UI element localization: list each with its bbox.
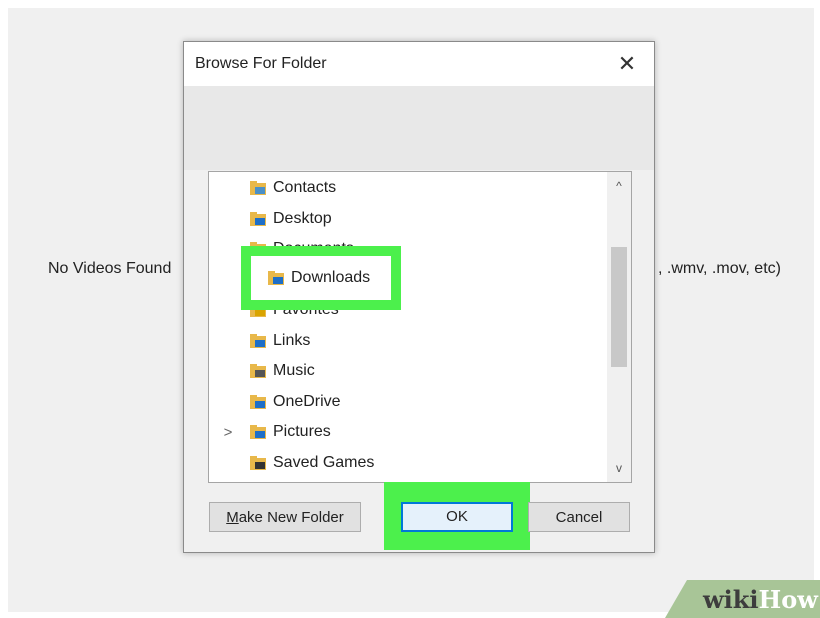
folder-tree[interactable]: ContactsDesktopDocumentsDownloadsFavorit… [208, 171, 632, 483]
downloads-highlight: Downloads [241, 246, 401, 310]
saved-games-folder-icon [249, 455, 267, 471]
links-folder-icon [249, 333, 267, 349]
contacts-folder-icon [249, 180, 267, 196]
downloads-folder-icon [267, 270, 285, 286]
tree-item-contacts[interactable]: Contacts [249, 174, 336, 202]
tree-item-pictures[interactable]: > Pictures [224, 418, 331, 446]
tree-item-saved-games[interactable]: Saved Games [249, 449, 374, 477]
tree-scrollbar[interactable]: ^ v [607, 172, 631, 482]
pictures-folder-icon [249, 424, 267, 440]
tree-item-desktop[interactable]: Desktop [249, 205, 332, 233]
tree-item-label: Links [273, 331, 311, 349]
tree-item-label: OneDrive [273, 392, 341, 410]
music-folder-icon [249, 363, 267, 379]
wikihow-watermark: wikiHow [665, 580, 820, 618]
make-new-folder-button[interactable]: Make New Folder [209, 502, 361, 532]
close-icon[interactable]: ✕ [612, 49, 642, 79]
dialog-description-area [184, 86, 654, 170]
tree-item-label: Desktop [273, 209, 332, 227]
tree-item-label: Saved Games [273, 453, 375, 471]
tree-item-onedrive[interactable]: OneDrive [249, 388, 341, 416]
scroll-down-arrow-icon[interactable]: v [607, 457, 631, 479]
tree-item-label: Music [273, 362, 315, 379]
scroll-up-arrow-icon[interactable]: ^ [607, 175, 631, 197]
no-videos-text: No Videos Found [48, 260, 172, 277]
tree-item-label: Downloads [291, 269, 371, 286]
tree-item-downloads-highlighted[interactable]: Downloads [267, 264, 370, 292]
tree-item-music[interactable]: Music [249, 357, 315, 385]
cancel-button[interactable]: Cancel [528, 502, 630, 532]
onedrive-folder-icon [249, 394, 267, 410]
tree-item-label: Contacts [273, 179, 337, 196]
ok-button[interactable]: OK [401, 502, 513, 532]
dialog-title: Browse For Folder [195, 55, 327, 72]
expand-chevron-icon[interactable]: > [221, 424, 235, 441]
tree-item-label: Pictures [273, 423, 331, 440]
desktop-folder-icon [249, 211, 267, 227]
dialog-titlebar: Browse For Folder ✕ [184, 42, 654, 86]
tree-item-links[interactable]: Links [249, 327, 310, 355]
scrollbar-thumb[interactable] [611, 247, 627, 367]
supported-formats-text: , .wmv, .mov, etc) [658, 260, 781, 277]
